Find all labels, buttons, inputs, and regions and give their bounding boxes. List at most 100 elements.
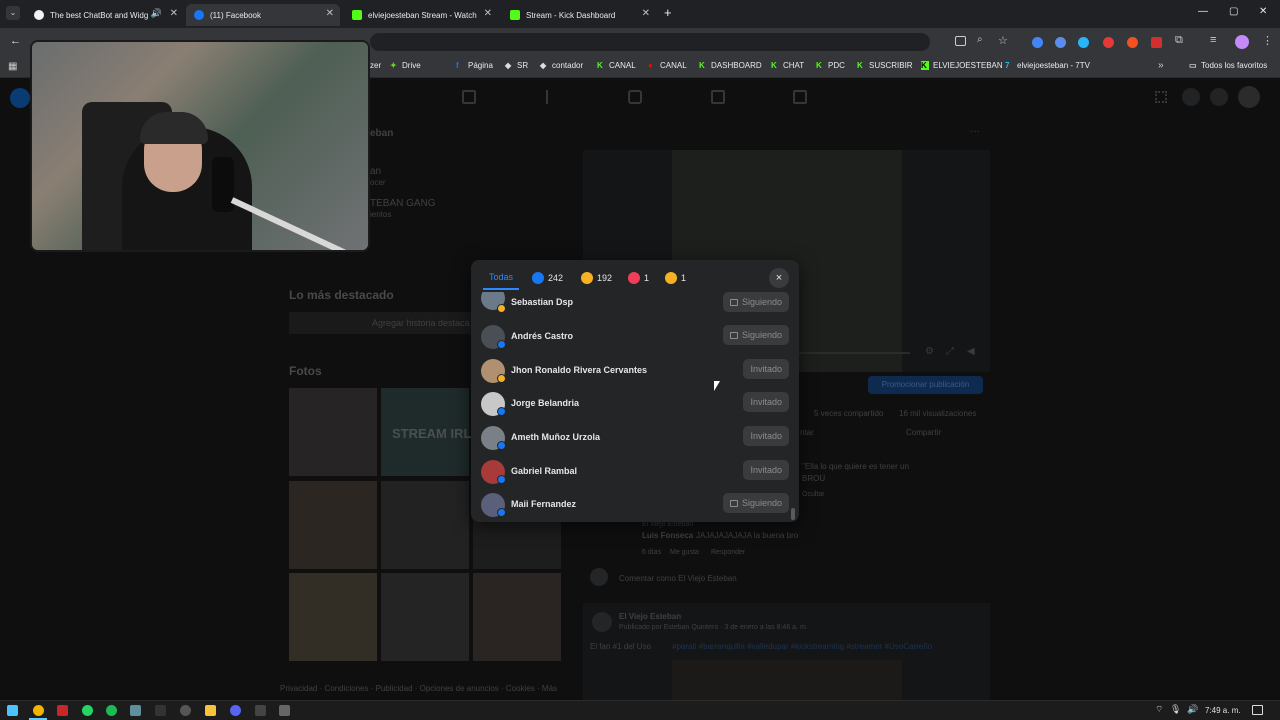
reaction-tab-love[interactable]: 1 [628,272,649,284]
clock-time[interactable]: 7:49 a. m. [1205,706,1241,715]
reaction-tab-wow[interactable]: 1 [665,272,686,284]
profile-avatar-icon[interactable] [1235,35,1249,49]
obs-icon[interactable] [180,705,191,716]
bookmark-item[interactable]: K CHAT [771,61,804,70]
tab-title: The best ChatBot and Widg [50,10,149,20]
following-button[interactable]: Siguiendo [722,493,789,513]
extensions-puzzle-icon[interactable]: ⧉ [1175,34,1183,47]
person-name[interactable]: Jhon Ronaldo Rivera Cervantes [511,365,647,375]
tab-search-button[interactable]: ⌄ [6,6,20,20]
youtube-icon: ● [648,61,653,70]
bookmark-item[interactable]: ◆ SR [505,61,528,70]
chrome-icon[interactable] [33,705,44,716]
close-tab-icon[interactable]: ✕ [484,8,492,19]
bookmark-item[interactable]: ● CANAL [648,61,687,70]
extension-icon[interactable] [1055,37,1066,48]
person-name[interactable]: Gabriel Rambal [511,466,577,476]
spotify-icon[interactable] [106,705,117,716]
minimize-window-icon[interactable]: — [1198,6,1208,17]
mouse-cursor-icon [714,381,720,391]
person-name[interactable]: Sebastian Dsp [511,297,573,307]
microphone-icon[interactable]: 🎙 [1170,704,1181,715]
reaction-list-item: Sebastian Dsp Siguiendo [481,292,789,316]
scrollbar-thumb[interactable] [791,508,795,520]
following-button[interactable]: Siguiendo [722,325,789,345]
person-name[interactable]: Andrés Castro [511,331,573,341]
menu-kebab-icon[interactable]: ⋮ [1262,34,1273,47]
install-app-icon[interactable] [955,36,966,46]
taskbar-app-icon[interactable] [130,705,141,716]
tab-kick-stream[interactable]: elviejoesteban Stream - Watch ✕ [344,4,498,26]
bookmark-label: zer [370,61,382,70]
bookmark-item[interactable]: 7 elviejoesteban - 7TV [1005,61,1090,70]
reply-meta-reply: Responder [711,549,746,556]
notification-center-icon[interactable] [1252,705,1263,715]
taskbar-app-icon[interactable] [255,705,266,716]
reaction-tab-like[interactable]: 242 [532,272,563,284]
zoom-icon[interactable]: ⌕ [977,34,983,45]
all-favorites-folder[interactable]: ▭ Todos los favoritos [1189,61,1267,70]
bookmark-item[interactable]: K CANAL [597,61,636,70]
menu-grid-icon [1155,91,1167,103]
media-control-icon[interactable]: ≡ [1210,34,1216,46]
bookmark-item[interactable]: ◆ contador [540,61,583,70]
bookmark-item[interactable]: K SUSCRIBIR [857,61,913,70]
discord-icon[interactable] [230,705,241,716]
taskbar-app-icon[interactable] [57,705,68,716]
bookmark-item[interactable]: ✦ Drive [390,61,421,70]
taskbar-app-icon[interactable] [279,705,290,716]
audio-icon[interactable]: 🔊 [151,8,162,19]
bookmark-icon: ◆ [540,61,547,70]
extension-icon[interactable] [1127,37,1138,48]
close-tab-icon[interactable]: ✕ [326,8,334,19]
maximize-window-icon[interactable]: ▢ [1229,6,1238,17]
bookmark-label: SUSCRIBIR [869,61,913,70]
bookmark-item[interactable]: f Página [456,61,493,70]
reaction-tab-haha[interactable]: 192 [581,272,612,284]
tab-title: elviejoesteban Stream - Watch [368,10,477,20]
invited-button[interactable]: Invitado [743,359,789,379]
reply-text: JAJAJAJAJAJA la buena bro [696,531,799,540]
post-tags: #parati #barranquilla #valledupar #kicks… [672,642,933,651]
windows-start-icon[interactable] [7,705,18,716]
following-button[interactable]: Siguiendo [722,292,789,312]
close-window-icon[interactable]: ✕ [1259,6,1267,17]
volume-icon[interactable]: 🔊 [1187,704,1198,715]
invited-button[interactable]: Invitado [743,426,789,446]
bookmark-item[interactable]: K DASHBOARD [699,61,762,70]
invited-button[interactable]: Invitado [743,460,789,480]
more-bookmarks-icon[interactable]: » [1158,60,1164,71]
back-icon[interactable]: ← [10,35,21,47]
tab-kick-dashboard[interactable]: Stream - Kick Dashboard ✕ [502,4,656,26]
reaction-tab-all[interactable]: Todas [489,272,513,282]
wifi-icon[interactable]: ⌔ [1155,704,1163,715]
bookmark-item[interactable]: K PDC [816,61,845,70]
invited-button[interactable]: Invitado [743,392,789,412]
bookmark-item[interactable]: K ELVIEJOESTEBAN [921,61,1003,70]
extension-icon[interactable] [1151,37,1162,48]
button-label: Siguiendo [741,498,782,508]
bookmark-label: DASHBOARD [711,61,762,70]
person-name[interactable]: Jorge Belandria [511,398,579,408]
tab-facebook[interactable]: (11) Facebook ✕ [186,4,340,26]
address-bar[interactable] [370,33,930,51]
bookmark-item[interactable]: zer [370,61,381,70]
extension-icon[interactable] [1032,37,1043,48]
extension-7tv-icon[interactable] [1078,37,1089,48]
close-icon[interactable]: × [769,268,789,288]
file-explorer-icon[interactable] [205,705,216,716]
person-name[interactable]: Maii Fernandez [511,499,576,509]
person-name[interactable]: Ameth Muñoz Urzola [511,432,600,442]
extension-icon[interactable] [1103,37,1114,48]
tab-chatbot[interactable]: The best ChatBot and Widg 🔊 ✕ [26,4,184,26]
taskbar-app-icon[interactable] [155,705,166,716]
close-tab-icon[interactable]: ✕ [170,8,178,19]
kick-icon: K [597,61,603,70]
kick-icon: K [771,61,777,70]
apps-grid-icon[interactable]: ▦ [8,61,17,72]
whatsapp-icon[interactable] [82,705,93,716]
new-tab-button[interactable]: + [664,5,672,20]
close-tab-icon[interactable]: ✕ [642,8,650,19]
like-reaction-icon [497,407,506,416]
bookmark-star-icon[interactable]: ☆ [998,34,1008,47]
